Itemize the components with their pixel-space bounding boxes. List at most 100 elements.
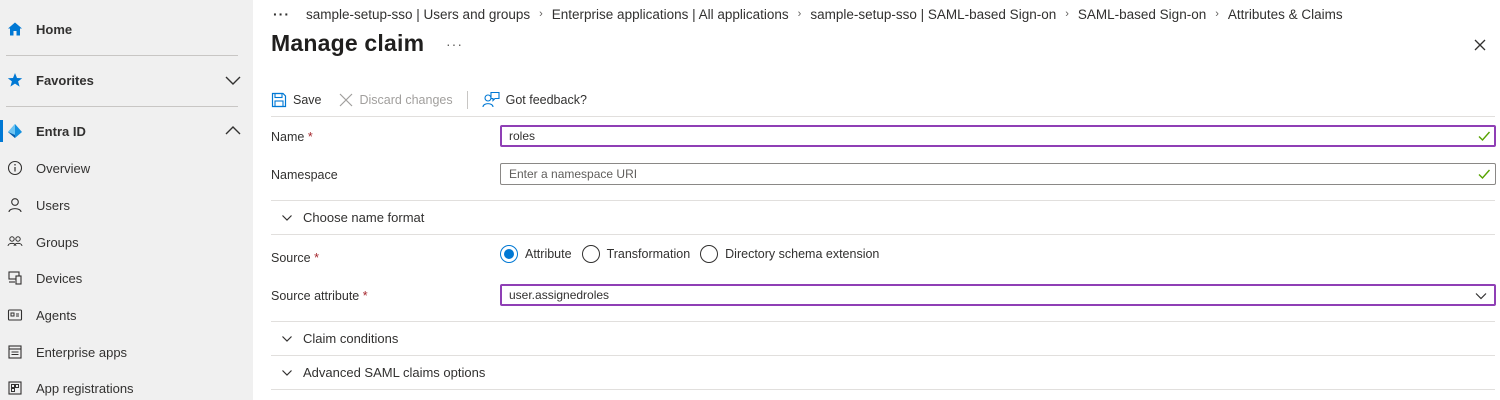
chevron-right-icon: › (1215, 8, 1219, 20)
required-mark: * (314, 251, 319, 265)
app-registrations-icon (6, 379, 24, 397)
namespace-label: Namespace (271, 168, 338, 182)
chevron-right-icon: › (539, 8, 543, 20)
breadcrumb-more-button[interactable]: ··· (273, 6, 290, 22)
sidebar-item-devices[interactable]: Devices (0, 268, 253, 288)
source-radio-transformation[interactable]: Transformation (581, 245, 691, 263)
breadcrumb-item[interactable]: sample-setup-sso | SAML-based Sign-on (810, 7, 1056, 22)
divider (271, 389, 1495, 390)
source-attribute-value: user.assignedroles (509, 288, 610, 302)
user-icon (6, 196, 24, 214)
close-icon[interactable] (1471, 36, 1489, 54)
save-label: Save (293, 93, 322, 107)
source-radio-directory-schema-extension[interactable]: Directory schema extension (700, 245, 879, 263)
groups-icon (6, 233, 24, 251)
chevron-down-icon (282, 335, 292, 342)
sidebar-item-label: Enterprise apps (36, 344, 128, 360)
section-label: Claim conditions (303, 331, 399, 346)
title-more-button[interactable]: ··· (446, 36, 463, 52)
sidebar-item-label: Home (36, 21, 73, 37)
sidebar-item-label: Favorites (36, 72, 94, 88)
chevron-down-icon (282, 214, 292, 221)
save-button[interactable]: Save (271, 92, 322, 108)
sidebar-item-label: App registrations (36, 380, 134, 396)
chevron-down-icon (282, 369, 292, 376)
feedback-button[interactable]: Got feedback? (482, 91, 587, 109)
sidebar-item-label: Devices (36, 270, 83, 286)
sidebar-item-label: Overview (36, 160, 91, 176)
radio-label: Attribute (525, 247, 572, 261)
claim-conditions-toggle[interactable]: Claim conditions (271, 331, 398, 346)
discard-icon (339, 93, 352, 107)
divider (271, 116, 1495, 117)
sidebar-item-entra-id[interactable]: Entra ID (0, 121, 253, 141)
sidebar: Home Favorites Entra ID Overview Users G… (0, 0, 253, 400)
source-label: Source * (271, 251, 319, 265)
sidebar-divider (6, 55, 238, 56)
sidebar-item-home[interactable]: Home (0, 19, 253, 39)
feedback-icon (482, 91, 500, 108)
breadcrumb-item[interactable]: SAML-based Sign-on (1078, 7, 1206, 22)
sidebar-item-label: Users (36, 197, 70, 213)
source-attribute-dropdown[interactable]: user.assignedroles (500, 284, 1496, 306)
star-icon (6, 71, 24, 89)
required-mark: * (307, 130, 313, 144)
check-icon (1477, 129, 1491, 143)
entra-id-icon (6, 122, 24, 140)
page-title: Manage claim (271, 30, 425, 56)
divider (271, 234, 1495, 235)
check-icon (1477, 167, 1491, 181)
source-radio-attribute[interactable]: Attribute (500, 245, 572, 263)
sidebar-item-label: Groups (36, 234, 79, 250)
radio-icon (581, 245, 600, 263)
divider (271, 355, 1495, 356)
name-label: Name * (271, 130, 313, 144)
sidebar-item-favorites[interactable]: Favorites (0, 70, 253, 90)
save-icon (271, 92, 287, 108)
radio-selected-icon (500, 245, 518, 263)
feedback-label: Got feedback? (505, 93, 587, 107)
main-pane: ··· sample-setup-sso | Users and groups … (253, 0, 1500, 400)
radio-label: Directory schema extension (725, 247, 880, 261)
breadcrumb-item[interactable]: Enterprise applications | All applicatio… (552, 7, 789, 22)
sidebar-item-agents[interactable]: Agents (0, 305, 253, 325)
source-radio-group: Attribute Transformation Directory schem… (500, 245, 889, 263)
discard-changes-button[interactable]: Discard changes (338, 92, 453, 108)
breadcrumb-item[interactable]: sample-setup-sso | Users and groups (306, 7, 530, 22)
command-bar: Save Discard changes Got feedback? (271, 88, 587, 112)
agents-icon (6, 306, 24, 324)
namespace-input[interactable] (500, 163, 1496, 185)
devices-icon (6, 269, 24, 287)
chevron-down-icon (1474, 289, 1488, 303)
required-mark: * (362, 289, 368, 303)
enterprise-apps-icon (6, 343, 24, 361)
radio-icon (700, 245, 719, 263)
chevron-up-icon[interactable] (224, 122, 242, 140)
chevron-down-icon[interactable] (224, 71, 242, 89)
sidebar-item-enterprise-apps[interactable]: Enterprise apps (0, 342, 253, 362)
sidebar-divider (6, 106, 238, 107)
info-icon (6, 159, 24, 177)
sidebar-item-overview[interactable]: Overview (0, 158, 253, 178)
sidebar-item-label: Entra ID (36, 123, 86, 139)
discard-label: Discard changes (359, 93, 453, 107)
advanced-saml-options-toggle[interactable]: Advanced SAML claims options (271, 365, 485, 380)
sidebar-item-users[interactable]: Users (0, 195, 253, 215)
choose-name-format-toggle[interactable]: Choose name format (271, 210, 424, 225)
breadcrumb: ··· sample-setup-sso | Users and groups … (273, 6, 1343, 22)
home-icon (6, 20, 24, 38)
breadcrumb-item[interactable]: Attributes & Claims (1228, 7, 1343, 22)
name-input[interactable] (500, 125, 1496, 147)
section-label: Advanced SAML claims options (303, 365, 486, 380)
sidebar-item-groups[interactable]: Groups (0, 232, 253, 252)
sidebar-item-label: Agents (36, 307, 77, 323)
radio-label: Transformation (606, 247, 691, 261)
chevron-right-icon: › (797, 8, 802, 20)
divider (271, 200, 1495, 201)
source-attribute-label: Source attribute * (271, 289, 368, 303)
toolbar-divider (466, 91, 468, 109)
chevron-right-icon: › (1065, 8, 1069, 20)
section-label: Choose name format (303, 210, 425, 225)
divider (271, 321, 1495, 322)
sidebar-item-app-registrations[interactable]: App registrations (0, 378, 253, 398)
